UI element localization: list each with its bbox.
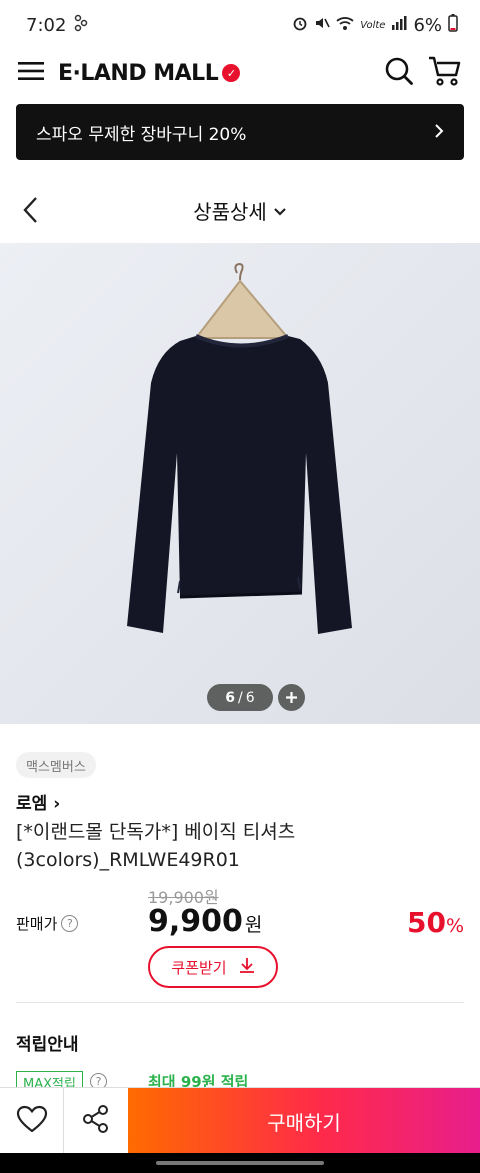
heart-icon	[16, 1105, 48, 1137]
product-name-line1: [*이랜드몰 단독가*] 베이직 티셔츠	[16, 821, 296, 843]
promo-banner[interactable]: 스파오 무제한 장바구니 20%	[16, 104, 464, 160]
eland-mall-logo[interactable]: E·LAND MALL ✓	[58, 60, 241, 86]
battery-icon	[448, 14, 458, 36]
wishlist-button[interactable]	[0, 1088, 64, 1154]
signal-icon	[391, 16, 407, 34]
discount-unit: %	[445, 915, 464, 937]
product-name-line2: (3colors)_RMLWE49R01	[16, 849, 240, 871]
bottom-action-bar: 구매하기	[0, 1087, 480, 1154]
chevron-down-icon	[273, 198, 287, 222]
buy-button[interactable]: 구매하기	[128, 1088, 480, 1154]
alarm-icon	[292, 15, 308, 35]
tshirt-on-hanger-image	[0, 243, 480, 724]
search-icon[interactable]	[384, 56, 414, 90]
coupon-button-label: 쿠폰받기	[171, 958, 227, 977]
mute-icon	[314, 15, 330, 35]
section-divider	[16, 1002, 464, 1003]
download-icon	[239, 957, 255, 977]
image-pager: 6 / 6	[207, 684, 273, 711]
cart-icon[interactable]	[428, 56, 462, 90]
pager-total: 6	[245, 689, 255, 706]
page-title-dropdown[interactable]: 상품상세	[193, 196, 287, 225]
sale-price-currency: 원	[244, 914, 263, 936]
app-header: E·LAND MALL ✓	[0, 50, 480, 96]
promo-banner-text: 스파오 무제한 장바구니 20%	[36, 124, 247, 145]
page-title: 상품상세	[193, 199, 267, 224]
points-title: 적립안내	[16, 1035, 79, 1055]
discount-rate: 50 %	[407, 906, 464, 939]
back-arrow-icon[interactable]	[14, 192, 46, 228]
volte-label: Volte	[360, 19, 386, 31]
share-icon	[81, 1104, 111, 1138]
sale-price: 9,900 원	[148, 904, 262, 939]
chevron-right-icon	[434, 120, 444, 144]
product-image[interactable]	[0, 243, 480, 724]
buy-button-label: 구매하기	[267, 1110, 341, 1135]
home-gesture-handle[interactable]	[156, 1161, 324, 1165]
status-time: 7:02	[26, 14, 67, 36]
sale-label: 판매가	[16, 915, 58, 933]
battery-percent: 6%	[413, 14, 442, 36]
help-icon[interactable]: ?	[61, 915, 79, 932]
status-bar: 7:02 Volte 6%	[0, 0, 480, 50]
plus-icon[interactable]	[278, 684, 305, 711]
pager-current: 6	[225, 689, 236, 706]
menu-icon[interactable]	[18, 60, 44, 86]
share-button[interactable]	[64, 1088, 128, 1154]
system-nav-bar	[0, 1153, 480, 1173]
logo-text: E·LAND MALL	[58, 60, 219, 86]
sale-price-value: 9,900	[148, 904, 243, 939]
coupon-button[interactable]: 쿠폰받기	[148, 946, 278, 988]
logo-check-icon: ✓	[222, 64, 241, 82]
member-tag: 맥스멤버스	[16, 752, 96, 778]
page-nav: 상품상세	[0, 180, 480, 240]
discount-value: 50	[406, 906, 446, 939]
brand-link[interactable]: 로엠 ›	[16, 789, 60, 814]
product-name: [*이랜드몰 단독가*] 베이직 티셔츠 (3colors)_RMLWE49R0…	[16, 818, 456, 874]
pager-separator: /	[238, 689, 243, 706]
notification-icon	[74, 14, 88, 37]
sale-label-row: 판매가 ?	[16, 913, 79, 934]
wifi-icon	[336, 15, 354, 35]
